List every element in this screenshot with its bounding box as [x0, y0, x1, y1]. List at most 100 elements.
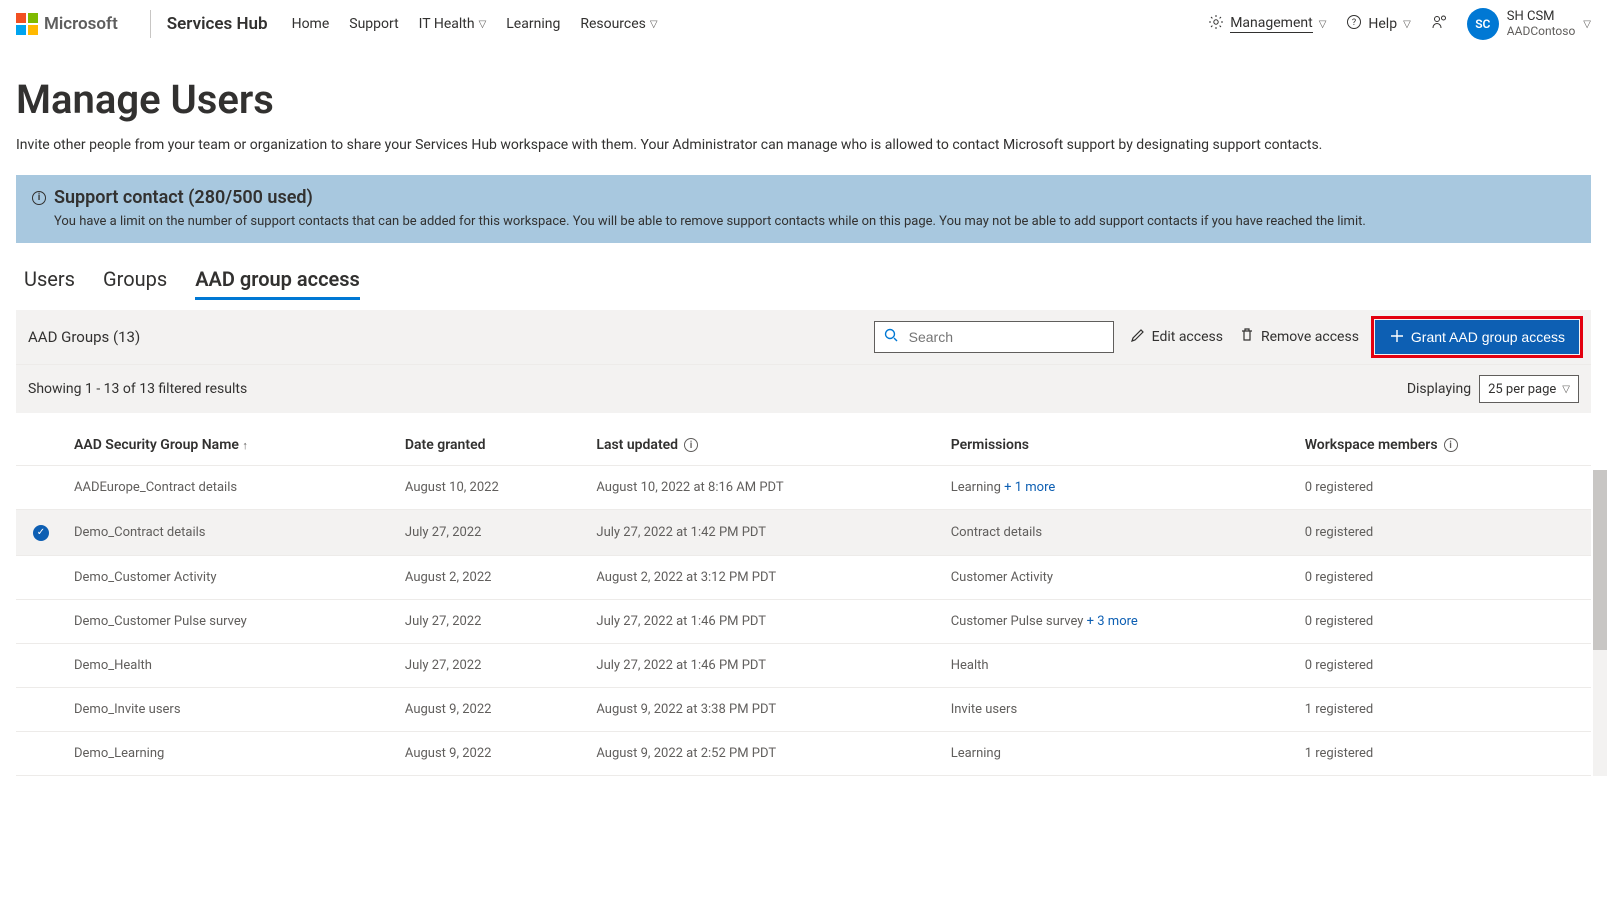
- cell-name: Demo_Health: [66, 643, 397, 687]
- table-row[interactable]: Demo_HealthJuly 27, 2022July 27, 2022 at…: [16, 643, 1591, 687]
- person-alert-icon: [1431, 14, 1447, 34]
- pencil-icon: [1130, 327, 1146, 347]
- filter-bar: Showing 1 - 13 of 13 filtered results Di…: [16, 364, 1591, 413]
- notifications-button[interactable]: [1431, 14, 1447, 34]
- cell-date: August 2, 2022: [397, 555, 588, 599]
- chevron-down-icon: ▽: [1562, 384, 1570, 395]
- nav-learning[interactable]: Learning: [506, 16, 560, 32]
- chevron-down-icon: ▽: [479, 19, 487, 30]
- divider: [150, 10, 151, 38]
- cell-permissions: Learning + 1 more: [943, 466, 1297, 510]
- cell-date: August 9, 2022: [397, 731, 588, 775]
- table-row[interactable]: Demo_LearningAugust 9, 2022August 9, 202…: [16, 731, 1591, 775]
- cell-updated: July 27, 2022 at 1:46 PM PDT: [588, 599, 942, 643]
- nav-home[interactable]: Home: [292, 16, 330, 32]
- page-description: Invite other people from your team or or…: [16, 137, 1591, 153]
- help-dropdown[interactable]: ? Help ▽: [1346, 14, 1410, 34]
- cell-members: 0 registered: [1297, 466, 1591, 510]
- scrollbar-thumb[interactable]: [1593, 470, 1607, 650]
- cell-date: July 27, 2022: [397, 599, 588, 643]
- per-page-select[interactable]: 25 per page ▽: [1479, 375, 1579, 403]
- brand-label[interactable]: Services Hub: [167, 14, 268, 34]
- row-select[interactable]: [16, 555, 66, 599]
- microsoft-logo[interactable]: Microsoft: [16, 13, 118, 35]
- info-icon: i: [1444, 438, 1458, 452]
- nav-resources[interactable]: Resources ▽: [580, 16, 657, 32]
- support-contact-banner: i Support contact (280/500 used) You hav…: [16, 175, 1591, 243]
- info-icon: i: [684, 438, 698, 452]
- row-select[interactable]: ✓: [16, 510, 66, 556]
- col-name[interactable]: AAD Security Group Name ↑: [66, 425, 397, 466]
- cell-updated: August 9, 2022 at 2:52 PM PDT: [588, 731, 942, 775]
- management-dropdown[interactable]: Management ▽: [1208, 14, 1326, 34]
- permissions-more-link[interactable]: + 3 more: [1083, 614, 1137, 629]
- nav-it-health[interactable]: IT Health ▽: [419, 16, 487, 32]
- row-select[interactable]: [16, 731, 66, 775]
- chevron-down-icon: ▽: [1583, 19, 1591, 30]
- tabs: Users Groups AAD group access: [24, 267, 1591, 300]
- cell-updated: July 27, 2022 at 1:42 PM PDT: [588, 510, 942, 556]
- row-select[interactable]: [16, 599, 66, 643]
- cell-date: August 10, 2022: [397, 466, 588, 510]
- table-row[interactable]: ✓Demo_Contract detailsJuly 27, 2022July …: [16, 510, 1591, 556]
- nav-right: Management ▽ ? Help ▽ SC SH CSM AADCon: [1208, 8, 1591, 40]
- gear-icon: [1208, 14, 1224, 34]
- trash-icon: [1239, 327, 1255, 347]
- cell-members: 0 registered: [1297, 555, 1591, 599]
- aad-groups-toolbar: AAD Groups (13) Edit access: [16, 310, 1591, 364]
- edit-access-button[interactable]: Edit access: [1130, 327, 1223, 347]
- col-permissions[interactable]: Permissions: [943, 425, 1297, 466]
- sort-asc-icon: ↑: [242, 439, 248, 452]
- row-select[interactable]: [16, 466, 66, 510]
- nav-support[interactable]: Support: [349, 16, 398, 32]
- row-select[interactable]: [16, 643, 66, 687]
- cell-members: 0 registered: [1297, 599, 1591, 643]
- microsoft-logo-icon: [16, 13, 38, 35]
- search-box[interactable]: [874, 321, 1114, 353]
- permissions-more-link[interactable]: + 1 more: [1001, 480, 1055, 495]
- displaying-label: Displaying: [1407, 381, 1471, 397]
- cell-permissions: Customer Activity: [943, 555, 1297, 599]
- checkmark-icon: ✓: [33, 525, 49, 541]
- scrollbar[interactable]: [1593, 470, 1607, 776]
- cell-name: Demo_Invite users: [66, 687, 397, 731]
- profile-menu[interactable]: SC SH CSM AADContoso ▽: [1467, 8, 1591, 40]
- cell-members: 1 registered: [1297, 687, 1591, 731]
- cell-updated: July 27, 2022 at 1:46 PM PDT: [588, 643, 942, 687]
- cell-name: Demo_Customer Pulse survey: [66, 599, 397, 643]
- tab-users[interactable]: Users: [24, 267, 75, 300]
- cell-name: Demo_Customer Activity: [66, 555, 397, 599]
- microsoft-label: Microsoft: [44, 14, 118, 34]
- row-select[interactable]: [16, 687, 66, 731]
- col-updated[interactable]: Last updated i: [588, 425, 942, 466]
- cell-name: Demo_Learning: [66, 731, 397, 775]
- cell-updated: August 10, 2022 at 8:16 AM PDT: [588, 466, 942, 510]
- col-date[interactable]: Date granted: [397, 425, 588, 466]
- chevron-down-icon: ▽: [650, 19, 658, 30]
- page-title: Manage Users: [16, 76, 1591, 123]
- search-input[interactable]: [907, 328, 1105, 346]
- col-members[interactable]: Workspace members i: [1297, 425, 1591, 466]
- nav-links: Home Support IT Health ▽ Learning Resour…: [292, 16, 658, 32]
- cell-permissions: Learning: [943, 731, 1297, 775]
- table-row[interactable]: Demo_Customer Pulse surveyJuly 27, 2022J…: [16, 599, 1591, 643]
- remove-access-button[interactable]: Remove access: [1239, 327, 1359, 347]
- top-nav: Microsoft Services Hub Home Support IT H…: [0, 0, 1607, 48]
- help-icon: ?: [1346, 14, 1362, 34]
- aad-groups-table: AAD Security Group Name ↑ Date granted L…: [16, 425, 1591, 776]
- table-row[interactable]: Demo_Invite usersAugust 9, 2022August 9,…: [16, 687, 1591, 731]
- grant-aad-group-access-button[interactable]: Grant AAD group access: [1375, 320, 1579, 354]
- chevron-down-icon: ▽: [1319, 19, 1327, 30]
- plus-icon: [1389, 328, 1405, 347]
- info-icon: i: [32, 191, 46, 205]
- banner-title: Support contact (280/500 used): [54, 187, 313, 208]
- cell-updated: August 9, 2022 at 3:38 PM PDT: [588, 687, 942, 731]
- cell-date: August 9, 2022: [397, 687, 588, 731]
- col-select: [16, 425, 66, 466]
- table-row[interactable]: AADEurope_Contract detailsAugust 10, 202…: [16, 466, 1591, 510]
- chevron-down-icon: ▽: [1403, 19, 1411, 30]
- table-row[interactable]: Demo_Customer ActivityAugust 2, 2022Augu…: [16, 555, 1591, 599]
- tab-groups[interactable]: Groups: [103, 267, 167, 300]
- tab-aad-group-access[interactable]: AAD group access: [195, 267, 360, 300]
- banner-body: You have a limit on the number of suppor…: [32, 214, 1575, 229]
